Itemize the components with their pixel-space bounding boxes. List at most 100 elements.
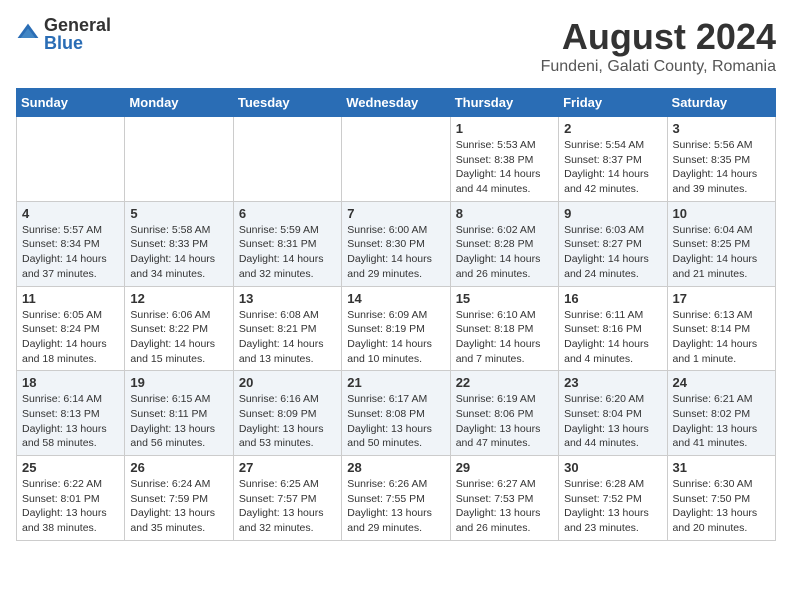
- day-info: Sunrise: 6:15 AM Sunset: 8:11 PM Dayligh…: [130, 392, 227, 451]
- day-cell: 6 Sunrise: 5:59 AM Sunset: 8:31 PM Daylig…: [233, 201, 341, 286]
- day-number: 5: [130, 206, 227, 221]
- day-cell: 1Sunrise: 5:53 AM Sunset: 8:38 PM Daylig…: [450, 117, 558, 202]
- day-info: Sunrise: 6:16 AM Sunset: 8:09 PM Dayligh…: [239, 392, 336, 451]
- day-info: Sunrise: 6:26 AM Sunset: 7:55 PM Dayligh…: [347, 477, 444, 536]
- week-row-4: 18Sunrise: 6:14 AM Sunset: 8:13 PM Dayli…: [17, 371, 776, 456]
- day-number: 1: [456, 121, 553, 136]
- day-cell: 19Sunrise: 6:15 AM Sunset: 8:11 PM Dayli…: [125, 371, 233, 456]
- day-number: 23: [564, 375, 661, 390]
- day-info: Sunrise: 6:30 AM Sunset: 7:50 PM Dayligh…: [673, 477, 770, 536]
- day-info: Sunrise: 6:03 AM Sunset: 8:27 PM Dayligh…: [564, 223, 661, 282]
- day-number: 21: [347, 375, 444, 390]
- day-info: Sunrise: 5:59 AM Sunset: 8:31 PM Dayligh…: [239, 223, 336, 282]
- day-cell: 7 Sunrise: 6:00 AM Sunset: 8:30 PM Daylig…: [342, 201, 450, 286]
- weekday-header-monday: Monday: [125, 89, 233, 117]
- week-row-2: 4Sunrise: 5:57 AM Sunset: 8:34 PM Daylig…: [17, 201, 776, 286]
- day-info: Sunrise: 5:56 AM Sunset: 8:35 PM Dayligh…: [673, 138, 770, 197]
- day-cell: 13Sunrise: 6:08 AM Sunset: 8:21 PM Dayli…: [233, 286, 341, 371]
- day-number: 16: [564, 291, 661, 306]
- day-info: Sunrise: 5:54 AM Sunset: 8:37 PM Dayligh…: [564, 138, 661, 197]
- day-cell: 27Sunrise: 6:25 AM Sunset: 7:57 PM Dayli…: [233, 456, 341, 541]
- day-info: Sunrise: 5:57 AM Sunset: 8:34 PM Dayligh…: [22, 223, 119, 282]
- day-number: 25: [22, 460, 119, 475]
- day-info: Sunrise: 6:05 AM Sunset: 8:24 PM Dayligh…: [22, 308, 119, 367]
- day-cell: 9 Sunrise: 6:03 AM Sunset: 8:27 PM Daylig…: [559, 201, 667, 286]
- day-info: Sunrise: 6:04 AM Sunset: 8:25 PM Dayligh…: [673, 223, 770, 282]
- day-info: Sunrise: 6:17 AM Sunset: 8:08 PM Dayligh…: [347, 392, 444, 451]
- weekday-header-row: SundayMondayTuesdayWednesdayThursdayFrid…: [17, 89, 776, 117]
- day-number: 28: [347, 460, 444, 475]
- day-info: Sunrise: 5:58 AM Sunset: 8:33 PM Dayligh…: [130, 223, 227, 282]
- day-cell: 29 Sunrise: 6:27 AM Sunset: 7:53 PM Dayli…: [450, 456, 558, 541]
- logo-blue: Blue: [44, 34, 111, 52]
- logo-text: General Blue: [44, 16, 111, 52]
- day-cell: [125, 117, 233, 202]
- logo-general: General: [44, 16, 111, 34]
- week-row-3: 11 Sunrise: 6:05 AM Sunset: 8:24 PM Dayli…: [17, 286, 776, 371]
- day-number: 6: [239, 206, 336, 221]
- day-info: Sunrise: 6:00 AM Sunset: 8:30 PM Dayligh…: [347, 223, 444, 282]
- weekday-header-saturday: Saturday: [667, 89, 775, 117]
- day-number: 10: [673, 206, 770, 221]
- day-info: Sunrise: 6:02 AM Sunset: 8:28 PM Dayligh…: [456, 223, 553, 282]
- day-number: 22: [456, 375, 553, 390]
- day-info: Sunrise: 6:19 AM Sunset: 8:06 PM Dayligh…: [456, 392, 553, 451]
- day-number: 24: [673, 375, 770, 390]
- location: Fundeni, Galati County, Romania: [541, 58, 776, 76]
- day-number: 2: [564, 121, 661, 136]
- day-cell: 22 Sunrise: 6:19 AM Sunset: 8:06 PM Dayli…: [450, 371, 558, 456]
- weekday-header-friday: Friday: [559, 89, 667, 117]
- week-row-1: 1Sunrise: 5:53 AM Sunset: 8:38 PM Daylig…: [17, 117, 776, 202]
- weekday-header-wednesday: Wednesday: [342, 89, 450, 117]
- day-info: Sunrise: 6:25 AM Sunset: 7:57 PM Dayligh…: [239, 477, 336, 536]
- day-number: 26: [130, 460, 227, 475]
- logo: General Blue: [16, 16, 111, 52]
- day-cell: 5 Sunrise: 5:58 AM Sunset: 8:33 PM Daylig…: [125, 201, 233, 286]
- day-cell: 14Sunrise: 6:09 AM Sunset: 8:19 PM Dayli…: [342, 286, 450, 371]
- day-number: 9: [564, 206, 661, 221]
- day-cell: 10 Sunrise: 6:04 AM Sunset: 8:25 PM Dayli…: [667, 201, 775, 286]
- day-number: 11: [22, 291, 119, 306]
- day-cell: 31Sunrise: 6:30 AM Sunset: 7:50 PM Dayli…: [667, 456, 775, 541]
- calendar: SundayMondayTuesdayWednesdayThursdayFrid…: [16, 88, 776, 541]
- day-number: 20: [239, 375, 336, 390]
- day-info: Sunrise: 6:09 AM Sunset: 8:19 PM Dayligh…: [347, 308, 444, 367]
- day-cell: 18Sunrise: 6:14 AM Sunset: 8:13 PM Dayli…: [17, 371, 125, 456]
- day-number: 17: [673, 291, 770, 306]
- day-number: 15: [456, 291, 553, 306]
- day-cell: 24Sunrise: 6:21 AM Sunset: 8:02 PM Dayli…: [667, 371, 775, 456]
- day-cell: [342, 117, 450, 202]
- day-number: 18: [22, 375, 119, 390]
- day-cell: 20 Sunrise: 6:16 AM Sunset: 8:09 PM Dayli…: [233, 371, 341, 456]
- day-cell: 4Sunrise: 5:57 AM Sunset: 8:34 PM Daylig…: [17, 201, 125, 286]
- day-number: 7: [347, 206, 444, 221]
- day-number: 29: [456, 460, 553, 475]
- day-info: Sunrise: 6:27 AM Sunset: 7:53 PM Dayligh…: [456, 477, 553, 536]
- day-cell: 12 Sunrise: 6:06 AM Sunset: 8:22 PM Dayli…: [125, 286, 233, 371]
- weekday-header-tuesday: Tuesday: [233, 89, 341, 117]
- day-cell: 25 Sunrise: 6:22 AM Sunset: 8:01 PM Dayli…: [17, 456, 125, 541]
- day-number: 8: [456, 206, 553, 221]
- day-cell: 8 Sunrise: 6:02 AM Sunset: 8:28 PM Daylig…: [450, 201, 558, 286]
- day-info: Sunrise: 6:22 AM Sunset: 8:01 PM Dayligh…: [22, 477, 119, 536]
- day-cell: [233, 117, 341, 202]
- header: General Blue August 2024 Fundeni, Galati…: [16, 16, 776, 76]
- day-cell: 30 Sunrise: 6:28 AM Sunset: 7:52 PM Dayli…: [559, 456, 667, 541]
- day-number: 13: [239, 291, 336, 306]
- week-row-5: 25 Sunrise: 6:22 AM Sunset: 8:01 PM Dayli…: [17, 456, 776, 541]
- day-cell: 2 Sunrise: 5:54 AM Sunset: 8:37 PM Daylig…: [559, 117, 667, 202]
- logo-icon: [16, 22, 40, 46]
- day-info: Sunrise: 6:06 AM Sunset: 8:22 PM Dayligh…: [130, 308, 227, 367]
- day-cell: 17Sunrise: 6:13 AM Sunset: 8:14 PM Dayli…: [667, 286, 775, 371]
- day-cell: 28 Sunrise: 6:26 AM Sunset: 7:55 PM Dayli…: [342, 456, 450, 541]
- day-cell: 3Sunrise: 5:56 AM Sunset: 8:35 PM Daylig…: [667, 117, 775, 202]
- month-year: August 2024: [541, 16, 776, 58]
- weekday-header-thursday: Thursday: [450, 89, 558, 117]
- day-info: Sunrise: 6:20 AM Sunset: 8:04 PM Dayligh…: [564, 392, 661, 451]
- day-info: Sunrise: 6:28 AM Sunset: 7:52 PM Dayligh…: [564, 477, 661, 536]
- day-cell: 23 Sunrise: 6:20 AM Sunset: 8:04 PM Dayli…: [559, 371, 667, 456]
- day-cell: [17, 117, 125, 202]
- day-number: 30: [564, 460, 661, 475]
- day-cell: 26Sunrise: 6:24 AM Sunset: 7:59 PM Dayli…: [125, 456, 233, 541]
- day-number: 12: [130, 291, 227, 306]
